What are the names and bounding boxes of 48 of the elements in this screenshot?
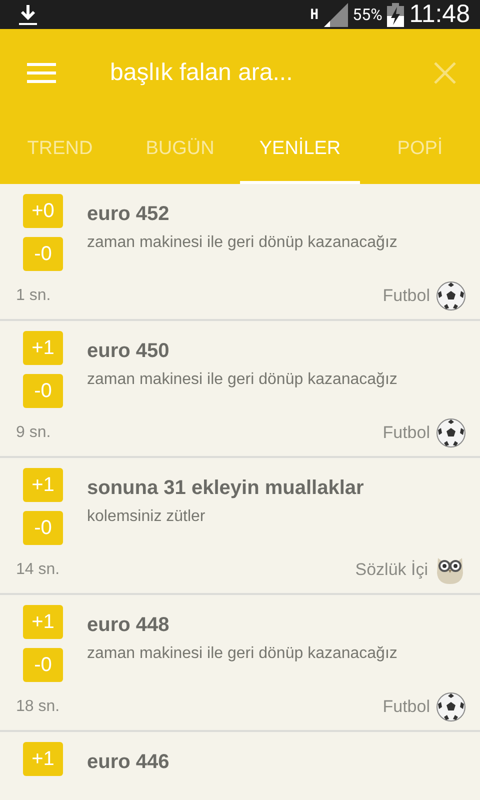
entry-title: euro 450 bbox=[87, 340, 170, 363]
soccer-ball-icon bbox=[436, 692, 466, 722]
upvote-button[interactable]: +1 bbox=[23, 468, 63, 502]
tab[interactable]: TREND bbox=[0, 116, 120, 184]
upvote-button[interactable]: +1 bbox=[23, 605, 63, 639]
signal-icon bbox=[324, 2, 348, 26]
entry-card[interactable]: +1 -0 euro 448 zaman makinesi ile geri dönüp kazanacağız 18 sn. Futbol bbox=[0, 595, 480, 732]
entry-card[interactable]: +1 -0 sonuna 31 ekleyin muallaklar kolemsiniz zütler 14 sn. Sözlük İçi bbox=[0, 458, 480, 595]
entry-title: euro 446 bbox=[87, 751, 170, 774]
battery-percent: 55% bbox=[352, 5, 382, 24]
entry-title: euro 448 bbox=[87, 614, 170, 637]
entry-age: 1 sn. bbox=[16, 287, 51, 305]
entry-text: kolemsiniz zütler bbox=[87, 508, 206, 526]
entry-text: zaman makinesi ile geri dönüp kazanacağız bbox=[87, 371, 398, 389]
soccer-ball-icon bbox=[436, 281, 466, 311]
entry-text: zaman makinesi ile geri dönüp kazanacağız bbox=[87, 234, 398, 252]
entry-age: 14 sn. bbox=[16, 561, 60, 579]
download-icon bbox=[18, 4, 38, 26]
downvote-button[interactable]: -0 bbox=[23, 237, 63, 271]
network-type: H bbox=[310, 6, 319, 22]
owl-icon bbox=[434, 555, 466, 585]
category-label: Futbol bbox=[382, 286, 430, 306]
entry-card[interactable]: +1 -0 euro 450 zaman makinesi ile geri dönüp kazanacağız 9 sn. Futbol bbox=[0, 321, 480, 458]
tab[interactable]: YENİLER bbox=[240, 116, 360, 184]
upvote-button[interactable]: +1 bbox=[23, 742, 63, 776]
entry-card[interactable]: +0 -0 euro 452 zaman makinesi ile geri dönüp kazanacağız 1 sn. Futbol bbox=[0, 184, 480, 321]
close-icon[interactable] bbox=[434, 62, 456, 84]
entry-title: sonuna 31 ekleyin muallaklar bbox=[87, 477, 365, 500]
clock: 11:48 bbox=[409, 0, 470, 29]
downvote-button[interactable]: -0 bbox=[23, 648, 63, 682]
soccer-ball-icon bbox=[436, 418, 466, 448]
tab[interactable]: BUGÜN bbox=[120, 116, 240, 184]
downvote-button[interactable]: -0 bbox=[23, 511, 63, 545]
category-label: Futbol bbox=[382, 423, 430, 443]
entry-title: euro 452 bbox=[87, 203, 170, 226]
upvote-button[interactable]: +1 bbox=[23, 331, 63, 365]
downvote-button[interactable]: -0 bbox=[23, 374, 63, 408]
battery-charging-icon bbox=[387, 2, 404, 26]
entry-age: 9 sn. bbox=[16, 424, 51, 442]
category-label: Futbol bbox=[382, 697, 430, 717]
category-label: Sözlük İçi bbox=[355, 560, 428, 580]
entry-age: 18 sn. bbox=[16, 698, 60, 716]
tab[interactable]: POPİ bbox=[360, 116, 480, 184]
menu-icon[interactable] bbox=[27, 62, 56, 82]
entry-card[interactable]: +1 euro 446 bbox=[0, 732, 480, 800]
upvote-button[interactable]: +0 bbox=[23, 194, 63, 228]
search-field[interactable]: başlık falan ara... bbox=[108, 58, 434, 88]
entry-text: zaman makinesi ile geri dönüp kazanacağız bbox=[87, 645, 398, 663]
